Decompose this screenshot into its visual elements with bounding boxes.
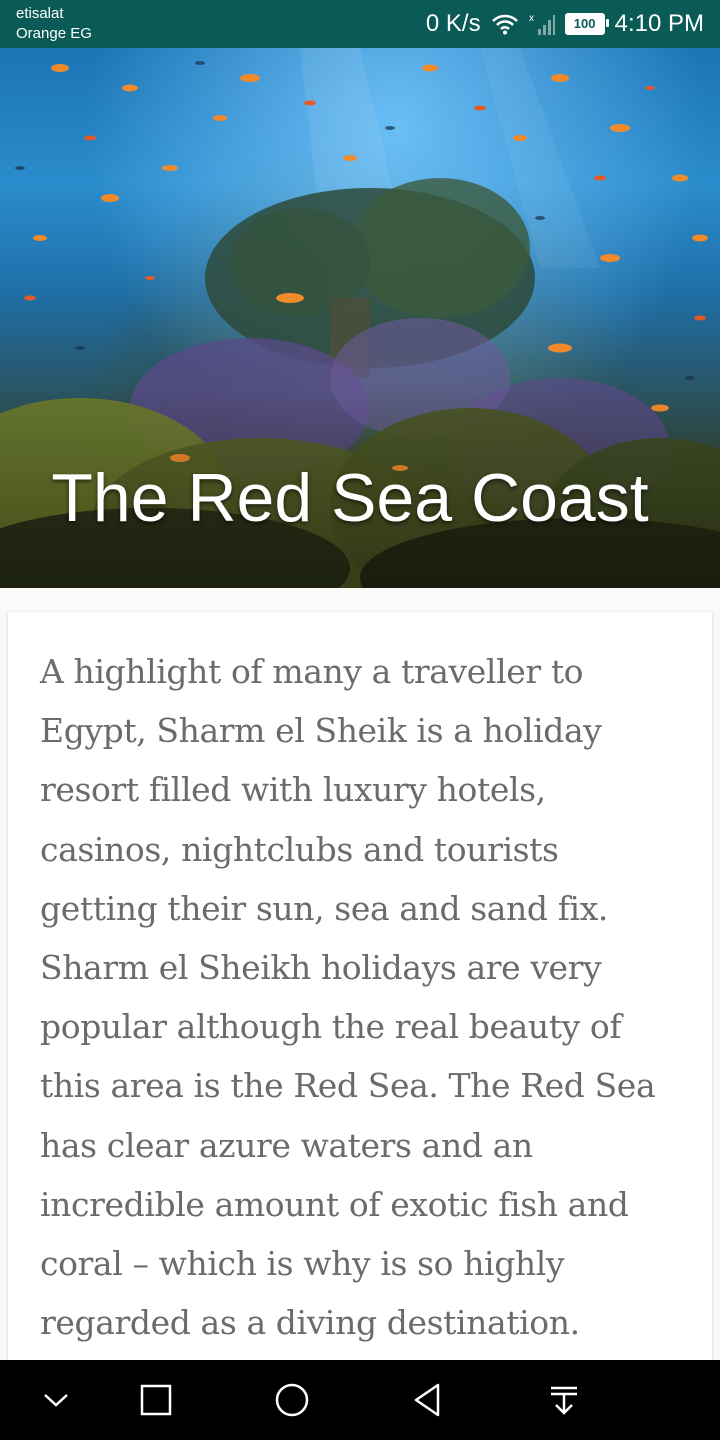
battery-icon: 100 — [564, 13, 609, 35]
hide-nav-icon[interactable] — [36, 1380, 76, 1420]
status-bar: etisalat Orange EG 0 K/s x 100 4:10 PM — [0, 0, 720, 48]
signal-icon: x — [529, 13, 555, 35]
hero-banner: The Red Sea Coast — [0, 48, 720, 588]
page-title: The Red Sea Coast — [51, 460, 649, 536]
home-icon[interactable] — [272, 1380, 312, 1420]
clock: 4:10 PM — [614, 10, 704, 37]
status-indicators: 0 K/s x 100 4:10 PM — [426, 10, 704, 38]
carrier-info: etisalat Orange EG — [16, 4, 92, 44]
carrier-name: etisalat — [16, 5, 64, 22]
notifications-pull-icon[interactable] — [544, 1380, 584, 1420]
wifi-icon — [491, 14, 518, 35]
network-speed: 0 K/s — [425, 10, 481, 37]
svg-text:x: x — [529, 13, 534, 24]
recents-icon[interactable] — [136, 1380, 176, 1420]
carrier-name-secondary: Orange EG — [16, 25, 92, 42]
back-icon[interactable] — [408, 1380, 448, 1420]
navigation-bar — [0, 1360, 720, 1440]
article-card: A highlight of many a traveller to Egypt… — [8, 612, 712, 1372]
article-body: A highlight of many a traveller to Egypt… — [40, 652, 656, 1343]
